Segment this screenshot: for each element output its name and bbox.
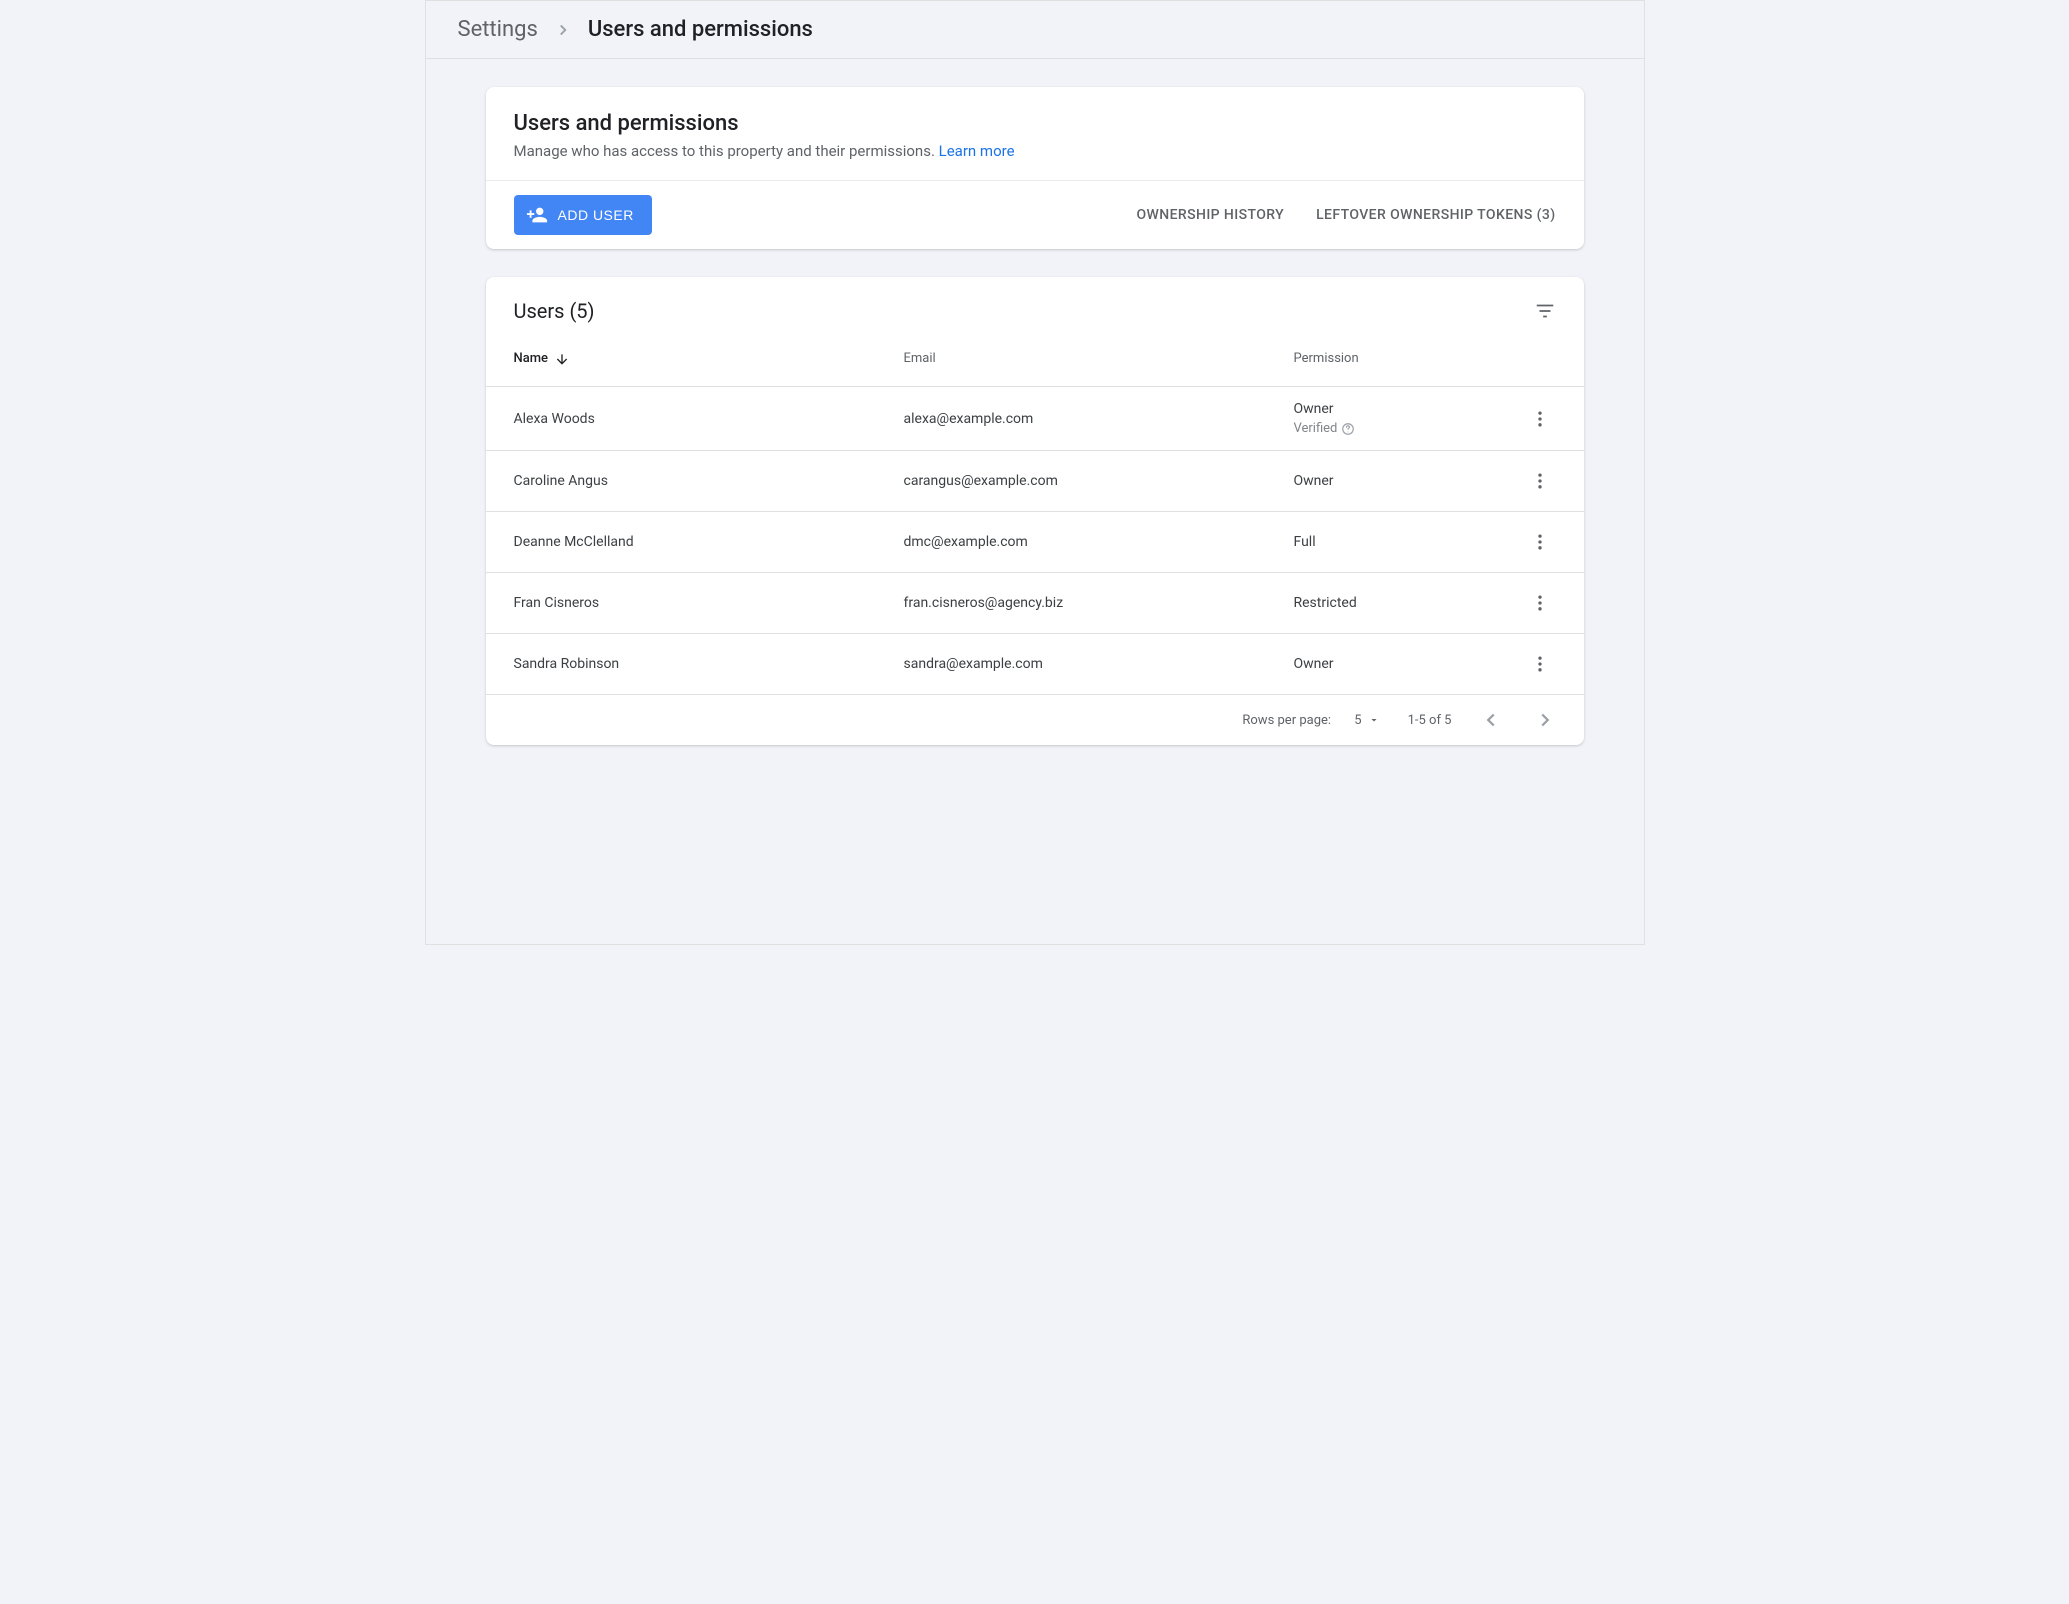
sort-descending-icon	[554, 351, 570, 367]
page-subtitle: Manage who has access to this property a…	[514, 142, 1556, 160]
ownership-history-tab[interactable]: OWNERSHIP HISTORY	[1136, 207, 1284, 223]
cell-email: dmc@example.com	[904, 534, 1294, 550]
table-row: Alexa Woodsalexa@example.comOwnerVerifie…	[486, 387, 1584, 451]
row-menu-button[interactable]	[1524, 465, 1556, 497]
rows-per-page-label: Rows per page:	[1242, 713, 1331, 728]
breadcrumb: Settings Users and permissions	[426, 1, 1644, 59]
cell-email: alexa@example.com	[904, 411, 1294, 427]
chevron-right-icon	[554, 21, 572, 39]
pagination-range: 1-5 of 5	[1408, 713, 1452, 728]
cell-email: carangus@example.com	[904, 473, 1294, 489]
dropdown-icon	[1368, 714, 1380, 726]
cell-permission: Full	[1294, 534, 1496, 550]
users-card: Users (5) Name Email Permission Alexa Wo…	[486, 277, 1584, 745]
row-menu-button[interactable]	[1524, 403, 1556, 435]
page-title: Users and permissions	[514, 111, 1556, 136]
table-row: Sandra Robinsonsandra@example.comOwner	[486, 634, 1584, 695]
filter-icon[interactable]	[1534, 300, 1556, 322]
previous-page-button[interactable]	[1480, 709, 1502, 731]
header-card: Users and permissions Manage who has acc…	[486, 87, 1584, 249]
cell-name: Caroline Angus	[514, 473, 904, 489]
cell-permission: OwnerVerified	[1294, 401, 1496, 436]
subtitle-text: Manage who has access to this property a…	[514, 142, 939, 160]
column-header-permission[interactable]: Permission	[1294, 351, 1496, 366]
row-menu-button[interactable]	[1524, 648, 1556, 680]
pagination: Rows per page: 5 1-5 of 5	[486, 695, 1584, 745]
column-header-email[interactable]: Email	[904, 351, 1294, 366]
learn-more-link[interactable]: Learn more	[939, 142, 1015, 160]
cell-permission: Owner	[1294, 473, 1496, 489]
rows-per-page-value: 5	[1354, 713, 1361, 728]
add-user-button[interactable]: ADD USER	[514, 195, 652, 235]
cell-name: Alexa Woods	[514, 411, 904, 427]
cell-email: sandra@example.com	[904, 656, 1294, 672]
table-row: Fran Cisnerosfran.cisneros@agency.bizRes…	[486, 573, 1584, 634]
breadcrumb-current: Users and permissions	[588, 17, 813, 42]
row-menu-button[interactable]	[1524, 587, 1556, 619]
users-table-title: Users (5)	[514, 299, 595, 323]
leftover-tokens-tab[interactable]: LEFTOVER OWNERSHIP TOKENS (3)	[1316, 207, 1555, 223]
cell-name: Deanne McClelland	[514, 534, 904, 550]
cell-name: Fran Cisneros	[514, 595, 904, 611]
cell-email: fran.cisneros@agency.biz	[904, 595, 1294, 611]
help-icon[interactable]	[1341, 422, 1355, 436]
rows-per-page-select[interactable]: 5	[1354, 713, 1379, 728]
cell-permission: Owner	[1294, 656, 1496, 672]
permission-sub: Verified	[1294, 421, 1496, 436]
breadcrumb-parent[interactable]: Settings	[458, 17, 538, 42]
column-header-name[interactable]: Name	[514, 351, 904, 367]
add-user-label: ADD USER	[558, 207, 634, 223]
column-name-label: Name	[514, 351, 549, 366]
table-row: Caroline Anguscarangus@example.comOwner	[486, 451, 1584, 512]
cell-name: Sandra Robinson	[514, 656, 904, 672]
next-page-button[interactable]	[1534, 709, 1556, 731]
table-row: Deanne McClellanddmc@example.comFull	[486, 512, 1584, 573]
cell-permission: Restricted	[1294, 595, 1496, 611]
row-menu-button[interactable]	[1524, 526, 1556, 558]
person-add-icon	[526, 204, 548, 226]
table-header-row: Name Email Permission	[486, 331, 1584, 387]
